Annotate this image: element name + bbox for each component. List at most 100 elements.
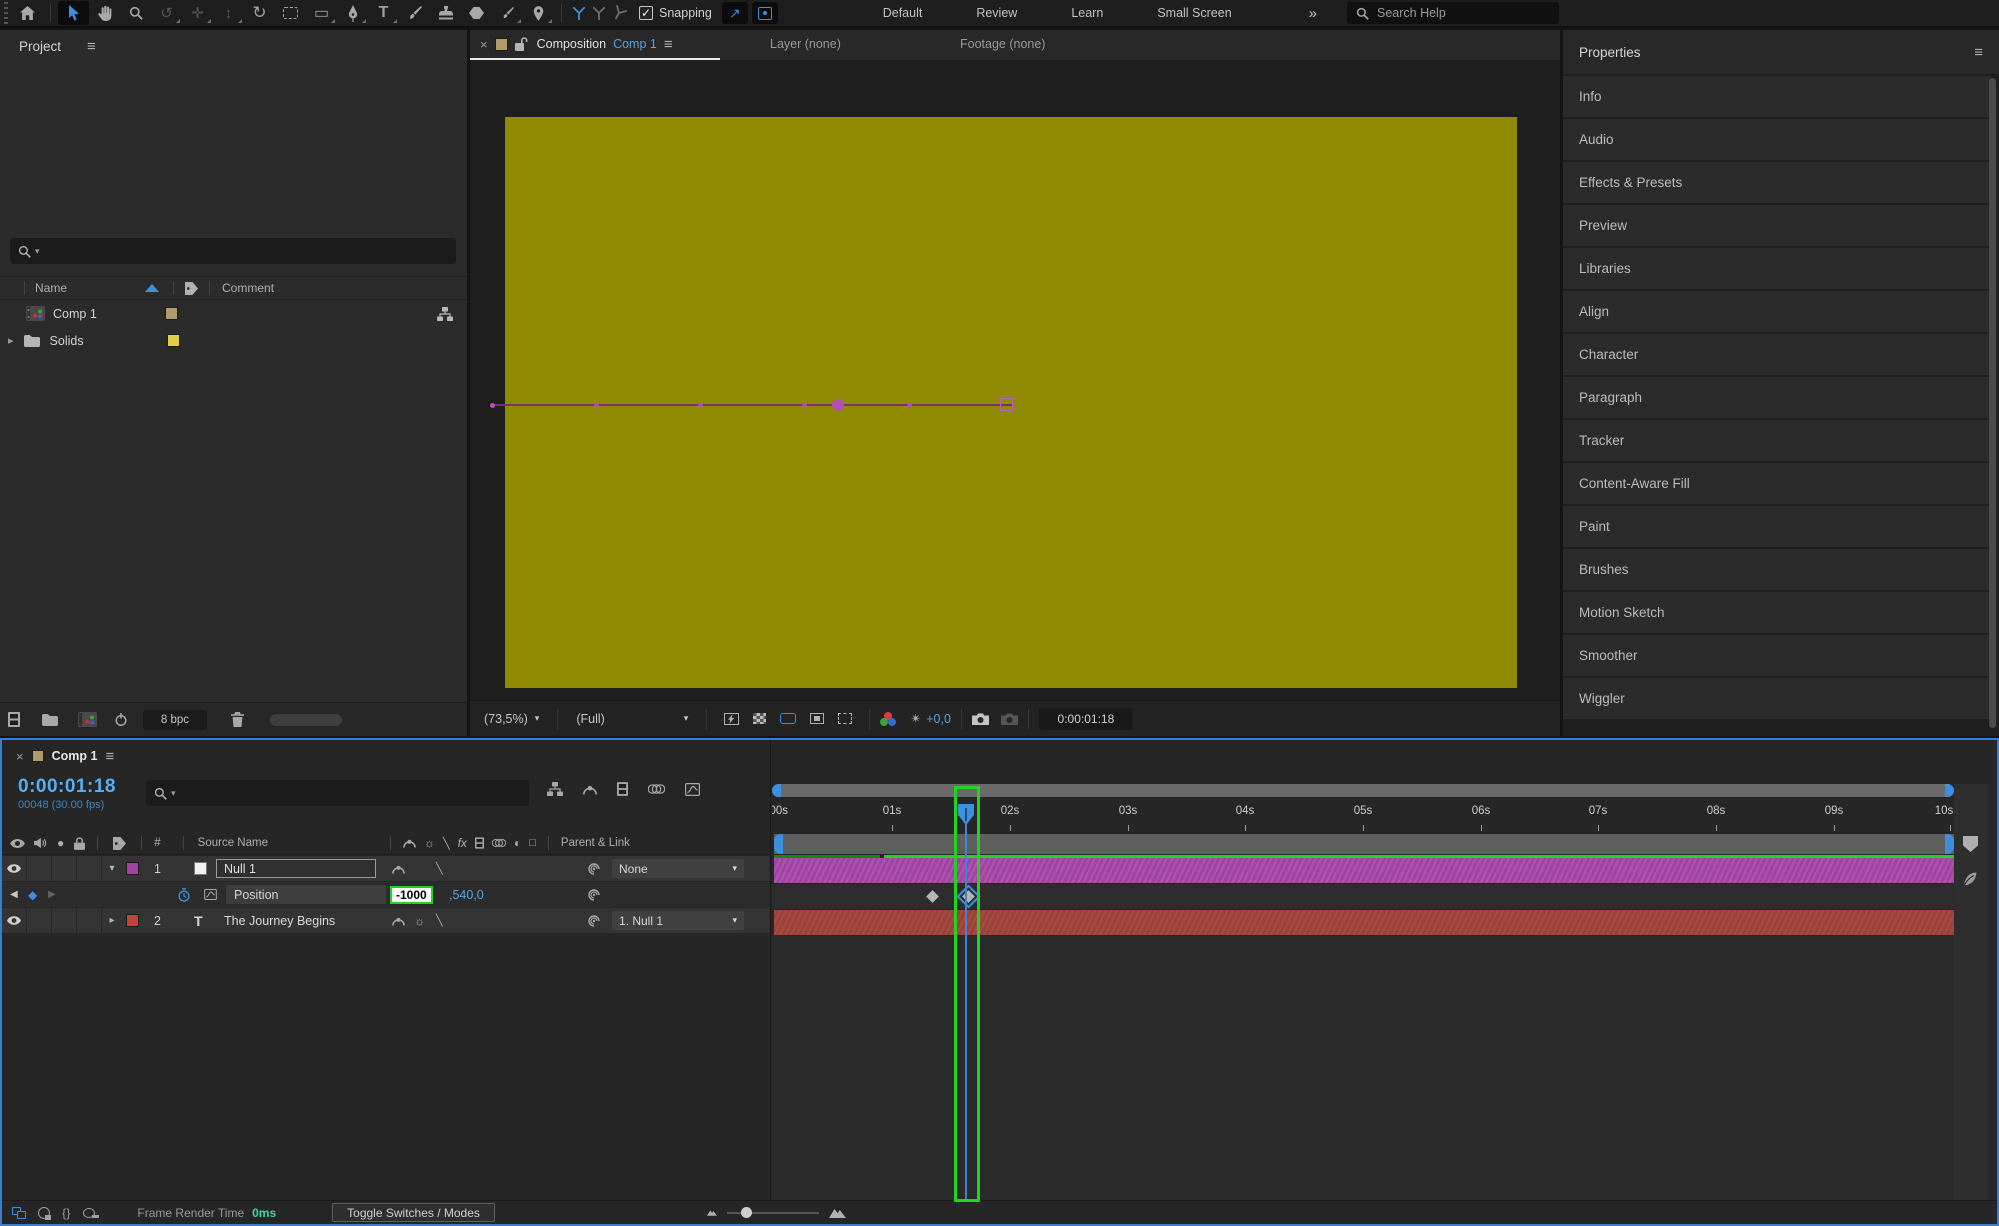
layer-bar-journey[interactable]	[774, 910, 1954, 935]
property-pickwhip-icon[interactable]	[587, 882, 601, 907]
keyframe-toggle-icon[interactable]: ◆	[28, 882, 37, 907]
toolbar-grip[interactable]	[4, 2, 8, 24]
snapshot-camera-icon[interactable]	[972, 713, 989, 725]
expand-chevron-icon[interactable]: ▸	[8, 334, 14, 347]
layer-color-swatch[interactable]	[126, 862, 139, 875]
tab-composition-label[interactable]: Composition	[537, 37, 606, 51]
project-item-name[interactable]: Comp 1	[53, 307, 97, 321]
project-search-input[interactable]: ▾	[10, 238, 456, 264]
column-source-name[interactable]: Source Name	[198, 837, 268, 849]
guides-button[interactable]	[838, 713, 852, 724]
stopwatch-icon[interactable]	[178, 882, 190, 907]
new-composition-icon[interactable]	[78, 712, 97, 727]
panel-item-brushes[interactable]: Brushes	[1563, 549, 1991, 590]
workspace-overflow-button[interactable]: »	[1309, 5, 1317, 22]
panel-item-preview[interactable]: Preview	[1563, 205, 1991, 246]
project-item-solids[interactable]: ▸ Solids	[0, 327, 467, 354]
toggle-switches-modes-button[interactable]: Toggle Switches / Modes	[332, 1203, 495, 1222]
workspace-tab-default[interactable]: Default	[856, 6, 950, 20]
snapping-checkbox[interactable]: ✓	[639, 6, 653, 20]
hand-tool[interactable]	[89, 1, 120, 25]
zoom-out-mountain-icon[interactable]	[707, 1209, 717, 1216]
zoom-slider-handle[interactable]	[741, 1207, 752, 1218]
workspace-tab-small-screen[interactable]: Small Screen	[1130, 6, 1258, 20]
motion-blur-icon[interactable]	[648, 782, 665, 796]
rectangle-tool[interactable]: ▭	[306, 1, 337, 25]
layer-lock-toggle[interactable]	[77, 856, 102, 881]
position-property-row[interactable]: ◀ ◆ ▶ Position -1000 ,540,0	[2, 882, 770, 907]
column-name[interactable]: Name	[35, 281, 67, 295]
time-ruler[interactable]: 0:00s 01s 02s 03s 04s 05s 06s 07s 08s 09…	[772, 802, 1954, 832]
panel-item-paragraph[interactable]: Paragraph	[1563, 377, 1991, 418]
panel-item-content-aware-fill[interactable]: Content-Aware Fill	[1563, 463, 1991, 504]
exposure-value[interactable]: +0,0	[926, 712, 951, 726]
layer-audio-toggle[interactable]	[27, 856, 52, 881]
timeline-search-input[interactable]: ▾	[146, 780, 529, 806]
layer-row-journey[interactable]: ▸ 2 T The Journey Begins ☼ ╲ 1. Null 1 ▾	[2, 908, 770, 933]
type-tool[interactable]: T	[368, 1, 399, 25]
layer-bar-null1[interactable]	[774, 858, 1954, 883]
layer-collapse-switch[interactable]: ☼	[414, 908, 425, 933]
flowchart-icon[interactable]	[437, 307, 453, 321]
motion-path-dot[interactable]	[698, 403, 703, 408]
exposure-icon[interactable]: ✴	[910, 711, 921, 727]
frame-blending-icon[interactable]	[617, 782, 628, 796]
layer-lock-toggle[interactable]	[77, 908, 102, 933]
pen-tool[interactable]	[337, 1, 368, 25]
resolution-dropdown[interactable]: (Full) ▾	[568, 712, 696, 726]
camera-tool[interactable]	[275, 1, 306, 25]
motion-path-dot[interactable]	[802, 403, 807, 408]
viewer-panel-menu-icon[interactable]: ≡	[664, 36, 673, 53]
label-column-icon[interactable]	[112, 837, 127, 850]
clone-stamp-tool[interactable]	[430, 1, 461, 25]
view-axis-mode-icon[interactable]	[609, 3, 628, 22]
keyframe-lane[interactable]	[772, 884, 1954, 909]
layer-color-swatch[interactable]	[126, 914, 139, 927]
panel-item-libraries[interactable]: Libraries	[1563, 248, 1991, 289]
timeline-panel-menu-icon[interactable]: ≡	[105, 748, 114, 765]
timeline-zoom-slider[interactable]	[727, 1212, 819, 1214]
mask-visibility-button[interactable]	[780, 713, 796, 724]
frame-blend-switch-icon[interactable]	[475, 837, 484, 849]
home-button[interactable]	[12, 1, 43, 25]
shy-switch-icon[interactable]	[403, 838, 416, 848]
snap-features-button[interactable]	[752, 2, 778, 24]
composition-viewport[interactable]	[470, 60, 1560, 700]
motion-path-dot[interactable]	[490, 403, 495, 408]
panel-item-audio[interactable]: Audio	[1563, 119, 1991, 160]
property-name[interactable]: Position	[226, 885, 386, 904]
parent-pickwhip-icon[interactable]	[587, 908, 601, 933]
column-number[interactable]: #	[154, 837, 160, 849]
timeline-tab-comp1[interactable]: × Comp 1 ≡	[16, 744, 114, 768]
layer-expander-icon[interactable]: ▾	[102, 856, 122, 881]
panel-item-info[interactable]: Info	[1563, 76, 1991, 117]
motion-path[interactable]	[490, 404, 1012, 406]
project-panel-menu-icon[interactable]: ≡	[87, 38, 96, 55]
layer-audio-toggle[interactable]	[27, 908, 52, 933]
transparency-grid-button[interactable]	[753, 713, 766, 724]
composition-mini-flowchart-icon[interactable]	[547, 782, 563, 796]
solo-column-icon[interactable]: ●	[57, 836, 64, 850]
label-color-swatch[interactable]	[167, 334, 180, 347]
puppet-pin-tool[interactable]	[523, 1, 554, 25]
position-x-value-input[interactable]: -1000	[390, 886, 433, 904]
dolly-camera-tool[interactable]: ↕	[213, 1, 244, 25]
layer-visibility-eye-icon[interactable]	[2, 908, 27, 933]
zoom-tool[interactable]	[120, 1, 151, 25]
panel-item-align[interactable]: Align	[1563, 291, 1991, 332]
toggle-layer-switches-pane-icon[interactable]	[12, 1207, 26, 1219]
column-comment[interactable]: Comment	[222, 281, 274, 295]
new-folder-icon[interactable]	[42, 714, 58, 726]
panel-item-tracker[interactable]: Tracker	[1563, 420, 1991, 461]
hide-shy-layers-icon[interactable]	[583, 782, 597, 796]
magnification-dropdown[interactable]: (73,5%) ▾	[476, 712, 547, 726]
properties-panel-menu-icon[interactable]: ≡	[1974, 44, 1983, 61]
panel-item-motion-sketch[interactable]: Motion Sketch	[1563, 592, 1991, 633]
panel-item-effects-presets[interactable]: Effects & Presets	[1563, 162, 1991, 203]
position-yz-value[interactable]: ,540,0	[449, 882, 484, 907]
region-of-interest-button[interactable]	[810, 713, 824, 724]
toggle-render-time-pane-icon[interactable]	[83, 1208, 95, 1218]
toggle-inout-pane-icon[interactable]: { }	[62, 1206, 69, 1220]
motion-path-current-position-dot[interactable]	[832, 399, 844, 411]
roto-brush-tool[interactable]	[492, 1, 523, 25]
